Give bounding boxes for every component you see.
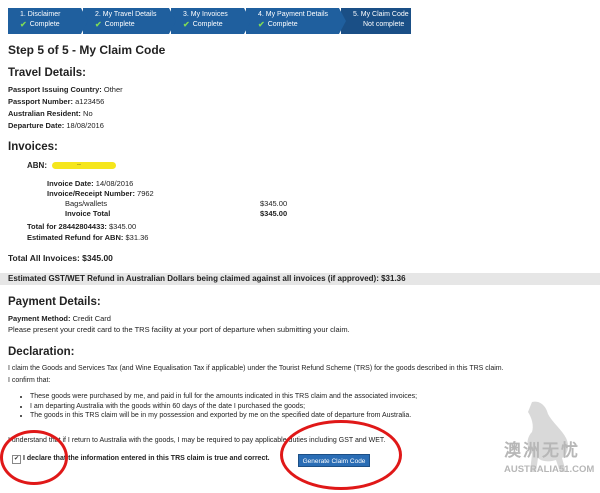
step-label: 5. My Claim Code — [353, 11, 409, 18]
item-amount: $345.00 — [260, 199, 288, 208]
list-item: These goods were purchased by me, and pa… — [30, 392, 417, 402]
check-icon: ✔ — [183, 20, 190, 29]
passport-country-row: Passport Issuing Country: Other — [8, 85, 123, 95]
highlight-mark — [52, 162, 116, 169]
abn-label: ABN: — [27, 161, 47, 170]
departure-row: Departure Date: 18/08/2016 — [8, 121, 104, 131]
step-payment-details[interactable]: 4. My Payment Details ✔ Complete — [246, 8, 346, 34]
travel-heading: Travel Details: — [8, 67, 86, 79]
payment-note: Please present your credit card to the T… — [8, 325, 350, 334]
step-claim-code[interactable]: 5. My Claim Code Not complete — [341, 8, 411, 34]
receipt-row: Invoice/Receipt Number: 7962 — [47, 189, 154, 199]
step-invoices[interactable]: 3. My Invoices ✔ Complete — [171, 8, 251, 34]
step-label: 4. My Payment Details — [258, 11, 329, 18]
declaration-confirm: I confirm that: — [8, 377, 51, 384]
label: Australian Resident: — [8, 109, 81, 118]
payment-heading: Payment Details: — [8, 296, 101, 308]
watermark-logo: 澳洲无忧 AUSTRALIA51.COM — [502, 392, 600, 488]
invoice-date-row: Invoice Date: 14/08/2016 — [47, 179, 133, 189]
passport-number-row: Passport Number: a123456 — [8, 97, 104, 107]
value: Other — [103, 85, 123, 94]
step-label: 3. My Invoices — [183, 11, 228, 18]
value: $31.36 — [125, 233, 149, 242]
value: $345.00 — [109, 222, 137, 231]
label: Estimated Refund for ABN: — [27, 233, 124, 242]
total-all-row: Total All Invoices: $345.00 — [8, 253, 113, 263]
step-status: Complete — [104, 21, 135, 28]
item-name: Bags/wallets — [65, 199, 108, 208]
declaration-list: These goods were purchased by me, and pa… — [20, 392, 417, 421]
total-for-row: Total for 28442804433: $345.00 — [27, 222, 136, 232]
watermark-site: AUSTRALIA51.COM — [504, 464, 595, 475]
payment-method-row: Payment Method: Credit Card — [8, 314, 111, 324]
label: Total for 28442804433: — [27, 222, 107, 231]
step-label: 1. Disclaimer — [20, 11, 61, 18]
label: Passport Number: — [8, 97, 74, 106]
page-title: Step 5 of 5 - My Claim Code — [8, 43, 166, 57]
refund-row: Estimated Refund for ABN: $31.36 — [27, 233, 148, 243]
step-status: Complete — [192, 21, 223, 28]
check-icon: ✔ — [95, 20, 102, 29]
value: 18/08/2016 — [66, 121, 104, 130]
step-travel-details[interactable]: 2. My Travel Details ✔ Complete — [83, 8, 176, 34]
invoice-total-label: Invoice Total — [65, 209, 111, 218]
check-icon: ✔ — [20, 20, 27, 29]
value: $345.00 — [82, 253, 113, 263]
label: Invoice Date: — [47, 179, 94, 188]
value: a123456 — [75, 97, 105, 106]
declaration-heading: Declaration: — [8, 346, 75, 358]
step-label: 2. My Travel Details — [95, 11, 157, 18]
list-item: The goods in this TRS claim will be in m… — [30, 411, 417, 421]
invoice-total-amount: $345.00 — [260, 209, 288, 218]
annotation-circle-button — [280, 420, 402, 490]
label: Total All Invoices: — [8, 253, 80, 263]
value: Credit Card — [72, 314, 111, 323]
watermark-chinese: 澳洲无忧 — [504, 441, 580, 461]
abn-value: .. — [77, 160, 81, 167]
step-status: Not complete — [363, 21, 405, 28]
step-disclaimer[interactable]: 1. Disclaimer ✔ Complete — [8, 8, 88, 34]
step-status: Complete — [267, 21, 298, 28]
value: 14/08/2016 — [95, 179, 134, 188]
step-progress-bar: 1. Disclaimer ✔ Complete 2. My Travel Det… — [8, 8, 413, 34]
label: Passport Issuing Country: — [8, 85, 102, 94]
label: Invoice/Receipt Number: — [47, 189, 135, 198]
step-status: Complete — [29, 21, 60, 28]
label: Departure Date: — [8, 121, 65, 130]
declaration-intro: I claim the Goods and Services Tax (and … — [8, 365, 504, 372]
list-item: I am departing Australia with the goods … — [30, 402, 417, 412]
value: 7962 — [137, 189, 154, 198]
value: No — [83, 109, 93, 118]
estimated-refund-text: Estimated GST/WET Refund in Australian D… — [8, 274, 406, 283]
check-icon: ✔ — [258, 20, 265, 29]
label: Payment Method: — [8, 314, 71, 323]
resident-row: Australian Resident: No — [8, 109, 93, 119]
invoices-heading: Invoices: — [8, 141, 58, 153]
annotation-circle-checkbox — [0, 430, 68, 485]
